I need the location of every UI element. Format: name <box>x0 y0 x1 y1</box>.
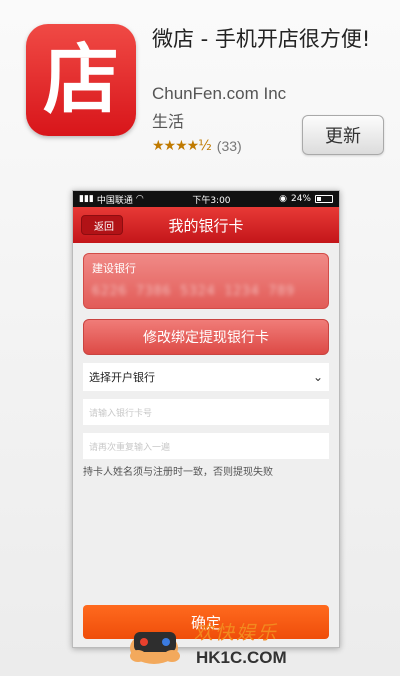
carrier-label: 中国联通 <box>96 195 133 206</box>
watermark-cn: 欢快娱乐 <box>194 622 279 644</box>
app-screenshot: ▮▮▮ 中国联通 ◠ 下午3:00 ◉ 24% 返回 我的银行卡 建设银行 62… <box>72 190 340 648</box>
status-bar: ▮▮▮ 中国联通 ◠ 下午3:00 ◉ 24% <box>73 191 339 207</box>
hint-text: 持卡人姓名须与注册时一致，否则提现失败 <box>83 467 273 478</box>
battery-percent: 24% <box>290 194 311 204</box>
chevron-down-icon: ⌄ <box>312 370 323 384</box>
bank-name: 建设银行 <box>92 262 136 275</box>
watermark-en: HK1C.COM <box>196 648 287 667</box>
wifi-icon: ◠ <box>135 194 144 204</box>
battery-icon <box>314 195 333 203</box>
back-button[interactable]: 返回 <box>81 215 123 235</box>
status-time: 下午3:00 <box>192 195 231 206</box>
game-controller-logo-icon <box>130 632 180 664</box>
select-bank-dropdown[interactable]: 选择开户银行 ⌄ <box>83 363 329 391</box>
app-title: 微店 - 手机开店很方便! <box>152 27 371 51</box>
nav-bar: 返回 我的银行卡 <box>73 207 339 243</box>
card-number-input[interactable]: 请输入银行卡号 <box>83 399 329 425</box>
rating-row: ★★★★½ (33) <box>152 138 242 154</box>
card-number-confirm-input[interactable]: 请再次重复输入一遍 <box>83 433 329 459</box>
signal-icon: ▮▮▮ <box>79 194 94 204</box>
app-icon: 店 <box>26 24 136 136</box>
nav-title: 我的银行卡 <box>168 216 244 235</box>
bank-card-number: 6226 7386 5324 1234 789 <box>92 284 296 299</box>
app-developer[interactable]: ChunFen.com Inc <box>152 84 286 104</box>
modify-bank-card-button[interactable]: 修改绑定提现银行卡 <box>83 319 329 355</box>
app-icon-glyph: 店 <box>43 35 119 124</box>
rating-count: (33) <box>216 138 242 154</box>
bank-card: 建设银行 6226 7386 5324 1234 789 <box>83 253 329 309</box>
app-category: 生活 <box>152 112 185 131</box>
lock-rotation-icon: ◉ <box>279 194 287 204</box>
rating-stars-icon: ★★★★½ <box>152 138 212 154</box>
select-bank-label: 选择开户银行 <box>89 371 155 384</box>
watermark: 欢快娱乐 HK1C.COM <box>124 612 294 674</box>
update-button[interactable]: 更新 <box>302 115 384 155</box>
